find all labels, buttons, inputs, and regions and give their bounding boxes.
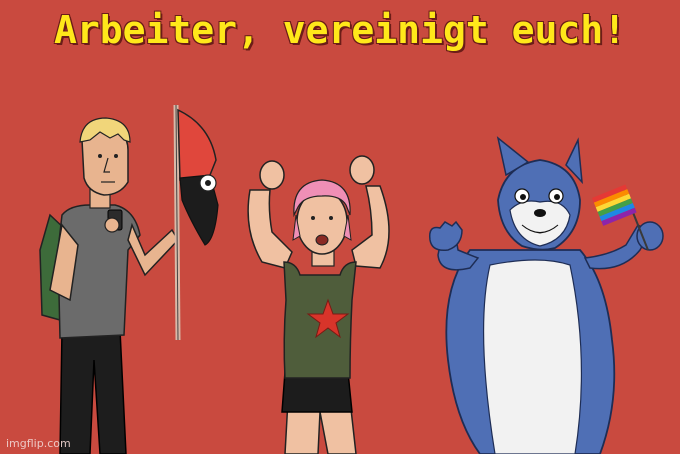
cartoon-scene	[39, 104, 664, 454]
pink-haired-person-figure	[247, 155, 390, 454]
meme-image: Arbeiter, vereinigt euch! imgflip.com	[0, 0, 680, 454]
red-black-flag-icon	[173, 104, 219, 341]
blond-person-figure	[39, 117, 179, 454]
imgflip-watermark: imgflip.com	[6, 437, 71, 450]
blue-wolf-furry-figure	[428, 136, 664, 454]
